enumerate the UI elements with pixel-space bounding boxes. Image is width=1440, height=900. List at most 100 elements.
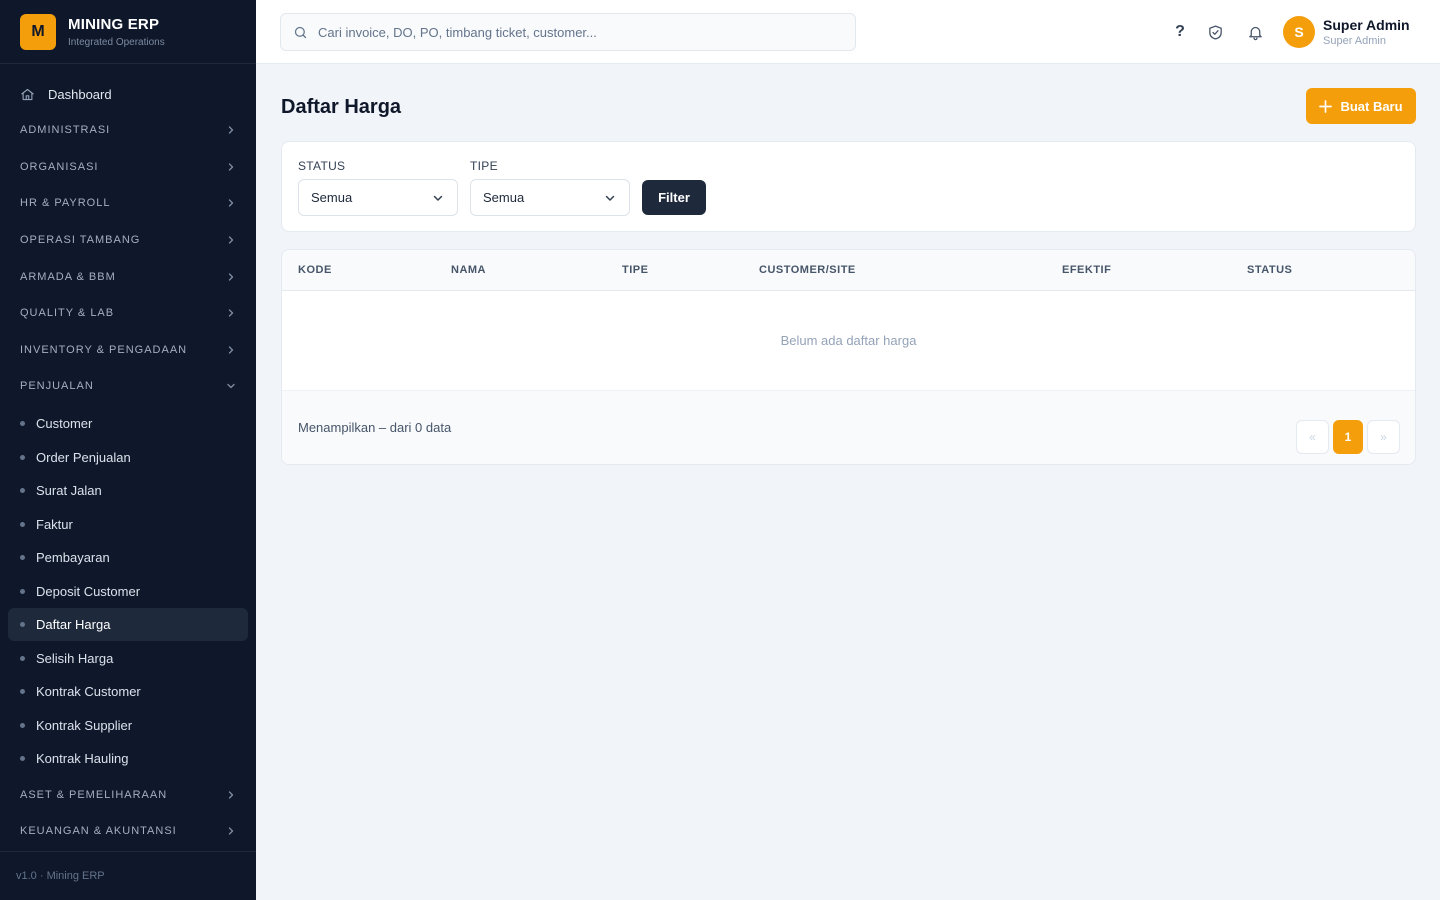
sidebar-group-operasi-tambang[interactable]: OPERASI TAMBANG [0,222,256,259]
sidebar-item-order-penjualan[interactable]: Order Penjualan [8,440,248,474]
column-header-kode[interactable]: KODE [298,264,332,276]
status-filter-label: STATUS [298,159,346,173]
search-icon [294,26,307,38]
type-select-value: Semua [483,190,525,205]
sidebar-group-label: PENJUALAN [20,380,94,393]
chevron-right-icon [228,309,234,317]
type-select[interactable]: Semua [470,179,630,216]
sidebar-item-kontrak-customer[interactable]: Kontrak Customer [8,675,248,709]
user-role: Super Admin [1323,35,1386,47]
sidebar-item-selisih-harga[interactable]: Selisih Harga [8,641,248,675]
sidebar-item-label: Deposit Customer [36,583,141,599]
search-box[interactable] [280,13,856,51]
create-new-button[interactable]: Buat Baru [1306,88,1416,124]
pagination-prev[interactable]: « [1296,420,1329,454]
pagination-page-1[interactable]: 1 [1333,420,1363,454]
sidebar-group-label: QUALITY & LAB [20,307,115,320]
sidebar-group-label: ADMINISTRASI [20,124,111,137]
sidebar-group-label: ORGANISASI [20,160,99,173]
sidebar-item-customer[interactable]: Customer [8,407,248,441]
chevron-right-icon [228,163,234,171]
chevron-right-icon [228,346,234,354]
status-select-value: Semua [311,190,353,205]
bullet-dot-icon [20,756,25,761]
sidebar-item-label: Customer [36,416,93,431]
help-icon[interactable]: ? [1170,22,1190,42]
sidebar-item-label: Daftar Harga [36,617,111,632]
sidebar-group-keuangan-akuntansi[interactable]: KEUANGAN & AKUNTANSI [0,813,256,850]
sidebar-item-label: Dashboard [48,86,112,102]
sidebar-group-hr-payroll[interactable]: HR & PAYROLL [0,185,256,222]
table-footer: Menampilkan – dari 0 data « 1 » [282,391,1415,464]
sidebar-item-daftar-harga[interactable]: Daftar Harga [8,607,248,642]
column-header-efektif[interactable]: EFEKTIF [1062,264,1111,276]
sidebar-group-label: ARMADA & BBM [20,270,116,283]
sidebar-item-faktur[interactable]: Faktur [8,507,248,541]
sidebar-item-kontrak-hauling[interactable]: Kontrak Hauling [8,742,248,776]
sidebar-item-label: Order Penjualan [36,449,131,465]
chevron-right-icon [228,236,234,244]
chevron-down-icon [605,195,615,201]
brand-title: MINING ERP [68,15,160,33]
filter-button[interactable]: Filter [642,180,706,215]
chevron-down-icon [227,384,235,389]
sidebar-item-label: Faktur [36,516,73,532]
search-input[interactable] [318,24,838,40]
sidebar-item-label: Kontrak Hauling [36,751,129,766]
create-new-label: Buat Baru [1340,98,1403,114]
sidebar-item-label: Pembayaran [36,550,110,565]
brand[interactable]: M MINING ERP Integrated Operations [0,0,256,64]
page-title: Daftar Harga [281,96,402,118]
sidebar-group-organisasi[interactable]: ORGANISASI [0,149,256,186]
column-header-tipe[interactable]: TIPE [622,264,648,276]
column-header-nama[interactable]: NAMA [451,264,486,276]
sidebar: M MINING ERP Integrated Operations Dashb… [0,0,256,900]
sidebar-item-label: Kontrak Supplier [36,717,133,733]
sidebar-nav: Dashboard ADMINISTRASI ORGANISASI HR & PAY… [0,76,256,849]
sidebar-item-label: Selisih Harga [36,650,114,666]
bullet-dot-icon [20,722,25,728]
sidebar-item-deposit-customer[interactable]: Deposit Customer [8,574,248,608]
bullet-dot-icon [20,521,25,527]
sidebar-group-inventory-pengadaan[interactable]: INVENTORY & PENGADAAN [0,332,256,369]
sidebar-group-label: OPERASI TAMBANG [20,234,141,247]
user-name: Super Admin [1323,17,1410,33]
plus-icon [1319,99,1333,113]
chevron-right-icon [228,126,234,134]
chevron-down-icon [433,195,443,201]
sidebar-item-surat-jalan[interactable]: Surat Jalan [8,474,248,508]
sidebar-item-pembayaran[interactable]: Pembayaran [8,541,248,575]
pagination-next[interactable]: » [1367,420,1400,454]
sidebar-groups: ADMINISTRASI ORGANISASI HR & PAYROLL OPERAS… [0,112,256,368]
sidebar-group-armada-bbm[interactable]: ARMADA & BBM [0,258,256,295]
sidebar-subitems: Customer Order Penjualan Surat Jalan Faktur… [0,405,256,776]
column-header-customer-site[interactable]: CUSTOMER/SITE [759,264,856,276]
chevron-right-icon [228,199,234,208]
sidebar-group-label: INVENTORY & PENGADAAN [20,343,188,356]
filter-panel: STATUS Semua TIPE Semua Filter [281,141,1416,232]
sidebar-group-quality-lab[interactable]: QUALITY & LAB [0,295,256,332]
price-list-table: KODE NAMA TIPE CUSTOMER/SITE EFEKTIF STATUS B… [281,249,1416,465]
bullet-dot-icon [20,655,25,661]
avatar[interactable]: S [1283,16,1315,48]
sidebar-item-kontrak-supplier[interactable]: Kontrak Supplier [8,708,248,742]
bullet-dot-icon [20,488,25,493]
sidebar-group-aset-pemeliharaan[interactable]: ASET & PEMELIHARAAN [0,776,256,813]
sidebar-group-label: HR & PAYROLL [20,197,111,210]
sidebar-group-administrasi[interactable]: ADMINISTRASI [0,112,256,149]
empty-state: Belum ada daftar harga [282,291,1415,391]
sidebar-item-label: Kontrak Customer [36,684,141,699]
sidebar-item-dashboard[interactable]: Dashboard [8,76,248,112]
sidebar-footer: v1.0 · Mining ERP [0,851,256,900]
status-select[interactable]: Semua [298,179,458,216]
bell-icon[interactable] [1245,22,1265,42]
bullet-dot-icon [20,588,25,594]
chevron-right-icon [228,827,234,835]
sidebar-group-label: KEUANGAN & AKUNTANSI [20,825,177,838]
bullet-dot-icon [20,555,25,560]
user-menu[interactable]: Super Admin Super Admin [1323,17,1410,47]
column-header-status[interactable]: STATUS [1247,264,1292,276]
shield-check-icon[interactable] [1205,22,1225,42]
sidebar-group-penjualan[interactable]: PENJUALAN [0,368,256,405]
type-filter-label: TIPE [470,159,498,173]
